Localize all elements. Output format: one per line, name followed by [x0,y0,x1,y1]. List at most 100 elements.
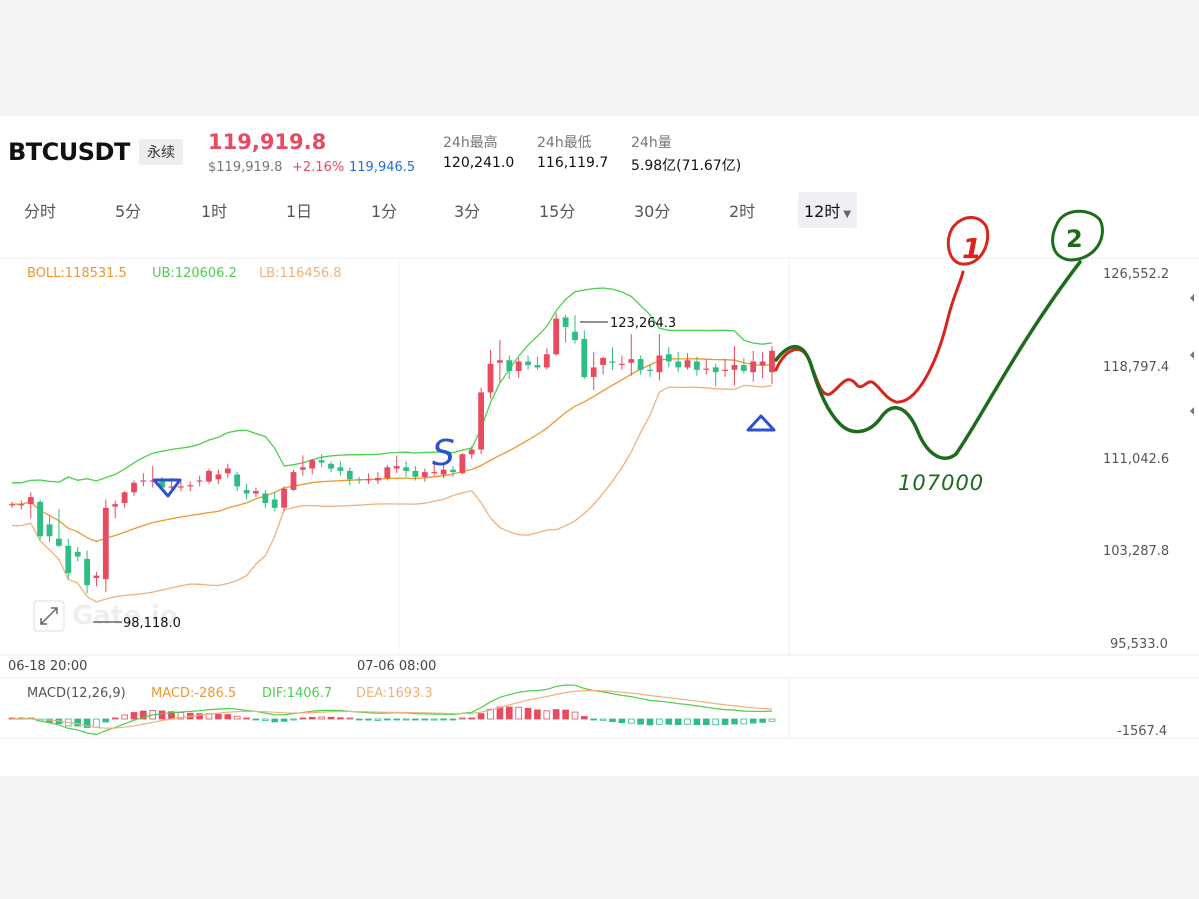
macd-histogram-bar [337,717,344,720]
candle-body [121,492,128,503]
candle [581,330,588,380]
candle-body [318,460,325,463]
candle-body [224,468,231,474]
candle-body [684,360,691,368]
macd-histogram-bar [571,711,579,720]
candle [18,500,25,509]
candle-body [290,472,297,490]
candle-body [412,470,419,477]
axis-arrow-icon[interactable] [1190,351,1194,359]
candle-body [675,361,682,368]
candle-body [393,466,400,469]
candle-body [27,497,34,505]
low-marker-label: 98,118.0 [123,616,181,631]
price-axis-label: 118,797.4 [1103,360,1169,375]
candle [56,508,62,548]
candle [253,487,259,498]
candle-body [337,467,344,471]
macd-histogram-bar [365,718,372,721]
candle [403,461,409,477]
candle-body [562,317,569,327]
candle [121,491,128,508]
dif-value-label: DIF:1406.7 [262,686,332,701]
candle [234,472,241,492]
axis-arrow-icon[interactable] [1190,294,1194,302]
candle [619,355,625,370]
macd-histogram-bar [646,718,654,726]
price-chart[interactable]: BOLL:118531.5 UB:120606.2 LB:116456.8 12… [0,0,1199,899]
candle [769,345,775,385]
macd-histogram-bar [318,716,325,720]
macd-histogram-bar [449,718,457,721]
candle [328,461,334,473]
candle [731,345,738,386]
candle [290,469,297,492]
macd-value-label: MACD:-286.5 [151,686,236,701]
candle-body [178,486,184,488]
candle-body [84,558,90,586]
candle-body [253,491,259,494]
macd-histogram-bar [768,718,776,722]
candle-body [722,369,728,371]
candle [543,348,550,370]
macd-histogram-bar [290,718,297,721]
candle-body [56,538,62,546]
candle [553,313,560,356]
candle [515,357,522,379]
macd-histogram-bar [712,718,719,726]
candle-body [506,360,513,371]
candle-body [619,363,625,365]
scenario-2-path [774,260,1082,460]
macd-histogram-bar [402,718,410,721]
macd-histogram-bar [299,717,307,720]
macd-histogram-bar [721,718,729,725]
candle [206,468,212,484]
macd-histogram-bar [731,718,738,725]
axis-arrow-icon[interactable] [1190,407,1194,415]
macd-histogram-bar [393,718,400,721]
expand-icon[interactable] [33,600,65,632]
candle-body [234,474,241,487]
macd-histogram-bar [740,718,748,725]
candle-body [731,365,738,370]
candle [300,455,306,476]
macd-histogram-bar [609,718,616,722]
macd-histogram-bar [665,718,673,725]
macd-histogram-bar [243,717,250,720]
macd-histogram-bar [261,718,269,722]
macd-histogram-bar [93,718,100,728]
time-axis-label: 06-18 20:00 [8,659,87,674]
candle [478,387,484,455]
candle [262,489,269,508]
candle-body [553,318,560,355]
boll-middle-band [12,358,773,543]
candle-body [196,480,203,482]
candle [140,473,147,487]
macd-histogram-bar [459,717,466,720]
support-letter: S [432,433,455,474]
candle [215,469,222,484]
macd-histogram-bar [505,706,513,720]
macd-histogram-bar [130,712,138,720]
candle-body [346,470,353,480]
candle [497,340,503,382]
boll-lb-label: LB:116456.8 [259,266,342,281]
macd-histogram-bar [412,718,419,721]
candle-body [300,467,306,470]
candle-body [215,474,222,480]
macd-histogram-bar [477,713,485,720]
candle-body [459,454,466,474]
candle [459,453,466,475]
candle [562,315,569,343]
candle-body [309,460,316,469]
candle [590,351,597,391]
price-axis-label: 95,533.0 [1110,637,1168,652]
macd-histogram-bar [552,709,560,720]
macd-histogram-bar [637,718,644,725]
macd-histogram-bar [599,718,607,721]
macd-histogram-bar [308,717,316,720]
macd-histogram-bar [421,718,429,721]
candle-body [356,479,363,481]
candle-body [262,493,269,503]
candle [318,454,325,468]
